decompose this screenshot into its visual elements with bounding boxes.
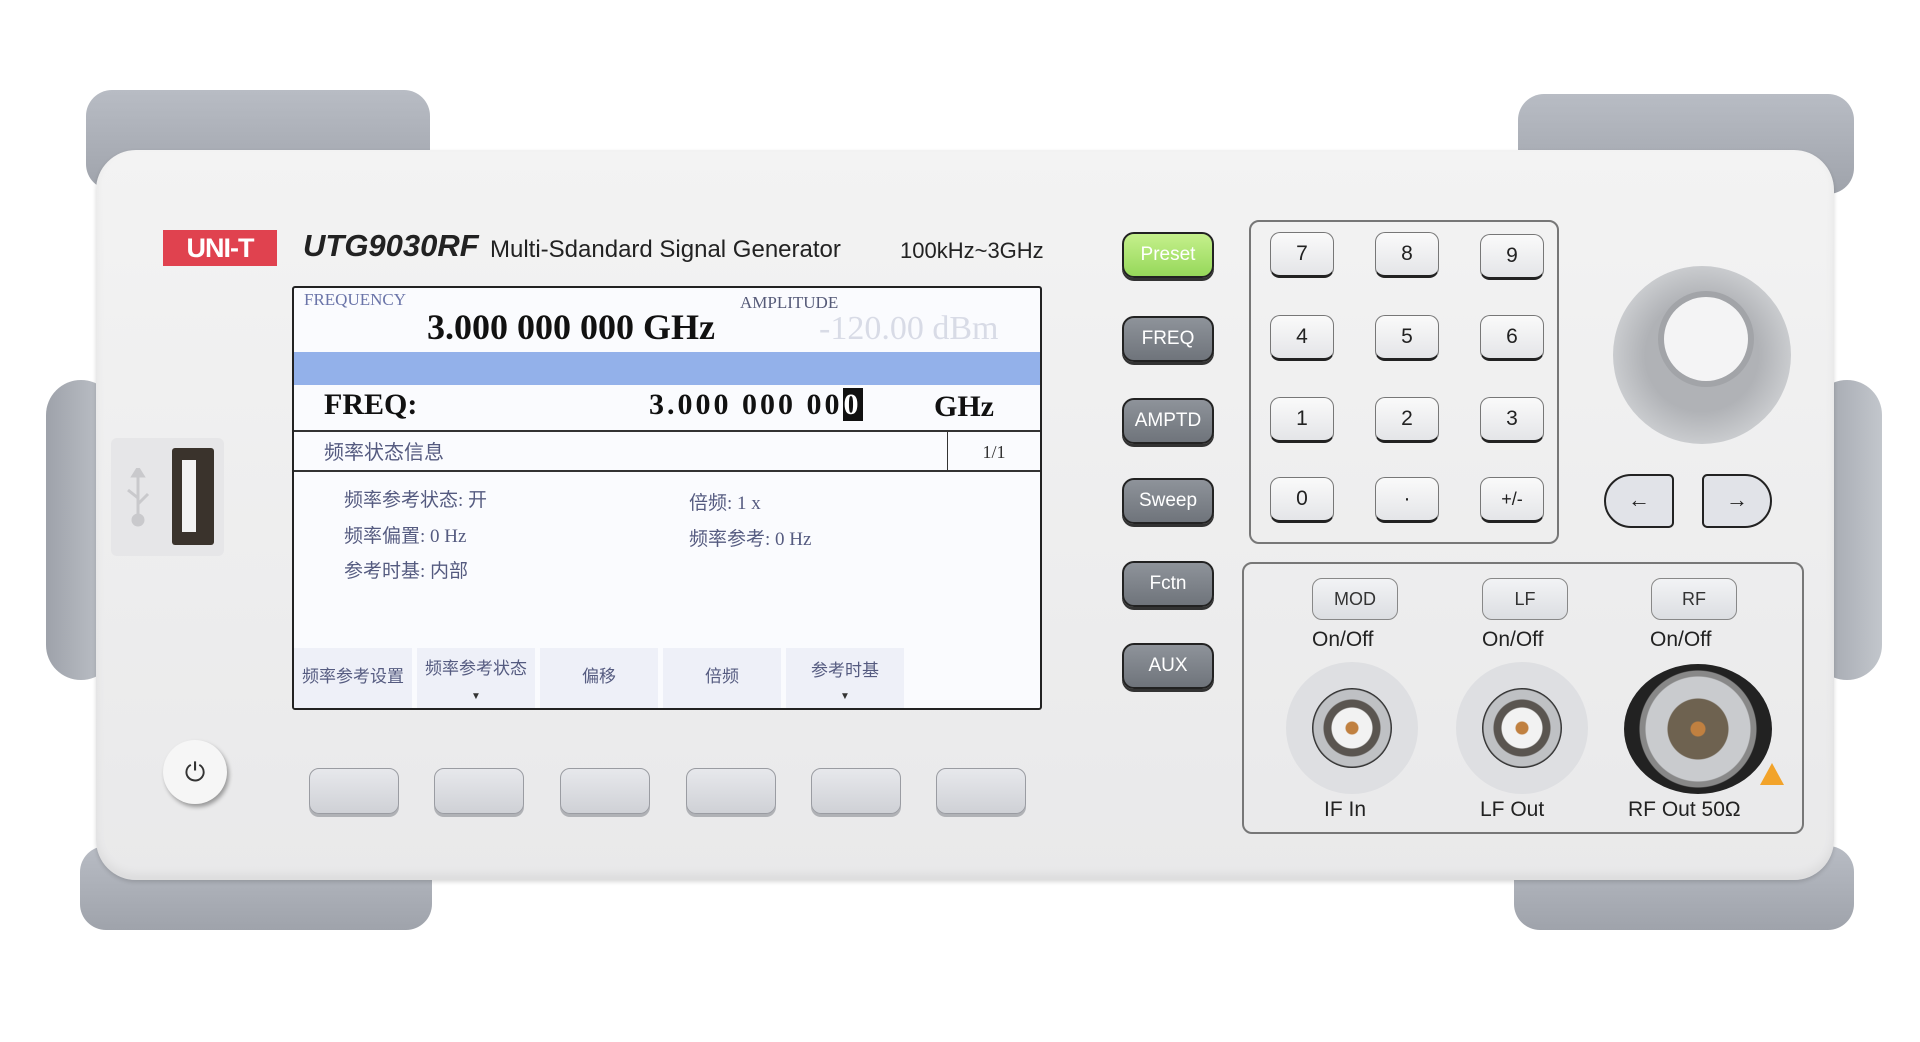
usb-port[interactable] [172,448,214,545]
info-ref-timebase: 参考时基: 内部 [344,561,469,582]
arrow-right-icon: → [1726,487,1748,512]
key-4[interactable]: 4 [1270,315,1334,361]
lf-onoff-button[interactable]: LF [1482,578,1568,620]
softkey-1[interactable] [309,768,399,814]
softkey-5[interactable] [811,768,901,814]
rf-onoff-label: On/Off [1650,628,1712,651]
softlabel-freq-ref-setup[interactable]: 频率参考设置 [294,648,412,708]
key-9[interactable]: 9 [1480,234,1544,280]
edit-unit: GHz [934,390,994,423]
section-title: 频率状态信息 [324,442,444,464]
mod-onoff-label: On/Off [1312,628,1374,651]
mod-onoff-button[interactable]: MOD [1312,578,1398,620]
edit-cursor: 0 [842,388,863,421]
lf-onoff-label: On/Off [1482,628,1544,651]
frequency-range: 100kHz~3GHz [900,238,1044,263]
key-5[interactable]: 5 [1375,315,1439,361]
info-freq-offset: 频率偏置: 0 Hz [344,526,467,547]
softlabel-freq-ref-state[interactable]: 频率参考状态 ▼ [417,648,535,708]
status-bar [294,352,1040,385]
fctn-button[interactable]: Fctn [1122,561,1214,607]
softlabel-multiplier[interactable]: 倍频 [663,648,781,708]
section-header: 频率状态信息 1/1 [294,430,1040,472]
page-indicator: 1/1 [947,432,1040,470]
warning-icon [1760,763,1784,785]
power-button[interactable]: ⏻ [163,740,227,804]
rf-out-connector[interactable] [1624,664,1772,794]
key-1[interactable]: 1 [1270,397,1334,443]
lcd-screen: FREQUENCY 3.000 000 000 GHz AMPLITUDE -1… [292,286,1042,710]
preset-button[interactable]: Preset [1122,232,1214,278]
arrow-left-icon: ← [1628,487,1650,512]
frequency-label: FREQUENCY [304,290,407,309]
softkey-label-bar: 频率参考设置 频率参考状态 ▼ 偏移 倍频 参考时基 ▼ [294,648,1040,708]
softlabel-ref-timebase[interactable]: 参考时基 ▼ [786,648,904,708]
edit-value: 3.000 000 000 [649,388,863,422]
rotary-knob[interactable] [1664,297,1748,381]
amptd-button[interactable]: AMPTD [1122,398,1214,444]
softkey-3[interactable] [560,768,650,814]
info-freq-ref: 频率参考: 0 Hz [689,529,812,550]
softkey-6[interactable] [936,768,1026,814]
key-decimal[interactable]: · [1375,477,1439,523]
softlabel-empty [909,648,1027,708]
usb-icon [127,468,150,527]
edit-value-digits: 3.000 000 00 [649,388,843,421]
amplitude-value: -120.00 dBm [819,310,999,347]
softkey-4[interactable] [686,768,776,814]
left-arrow-button[interactable]: ← [1604,474,1674,528]
key-8[interactable]: 8 [1375,232,1439,278]
key-2[interactable]: 2 [1375,397,1439,443]
aux-button[interactable]: AUX [1122,643,1214,689]
lf-out-connector[interactable] [1482,688,1562,768]
model-name: UTG9030RF [303,228,479,263]
info-freq-ref-state: 频率参考状态: 开 [344,490,488,511]
softkey-2[interactable] [434,768,524,814]
key-0[interactable]: 0 [1270,477,1334,523]
lf-out-label: LF Out [1480,798,1545,821]
if-in-label: IF In [1324,798,1367,821]
key-6[interactable]: 6 [1480,315,1544,361]
frequency-value: 3.000 000 000 GHz [427,307,715,347]
sweep-button[interactable]: Sweep [1122,478,1214,524]
rf-out-label: RF Out 50Ω [1628,798,1741,821]
softlabel-offset[interactable]: 偏移 [540,648,658,708]
key-3[interactable]: 3 [1480,397,1544,443]
if-in-connector[interactable] [1312,688,1392,768]
key-plus-minus[interactable]: +/- [1480,477,1544,523]
freq-button[interactable]: FREQ [1122,316,1214,362]
device-description: Multi-Sdandard Signal Generator [490,236,841,263]
key-7[interactable]: 7 [1270,232,1334,278]
rf-onoff-button[interactable]: RF [1651,578,1737,620]
power-icon: ⏻ [184,757,206,787]
right-arrow-button[interactable]: → [1702,474,1772,528]
info-multiplier: 倍频: 1 x [689,493,761,514]
brand-logo: UNI-T [163,230,277,266]
edit-label: FREQ: [324,388,418,421]
dropdown-arrow-icon: ▼ [840,691,850,702]
dropdown-arrow-icon: ▼ [471,691,481,702]
